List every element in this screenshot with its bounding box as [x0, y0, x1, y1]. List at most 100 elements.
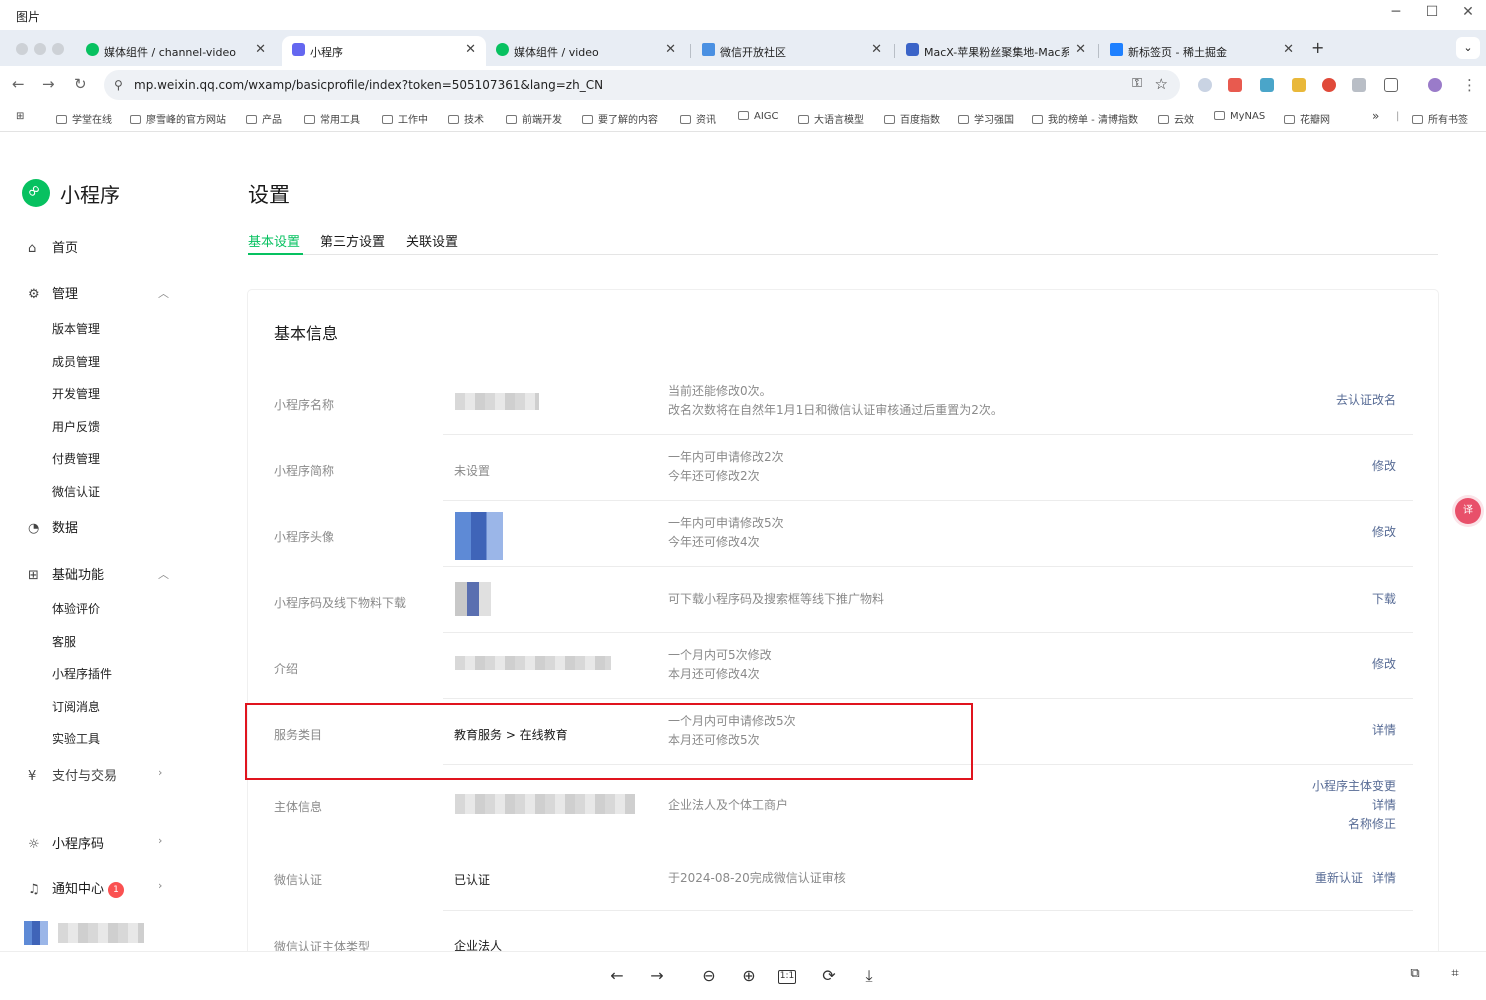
extension-icon[interactable] — [1292, 78, 1306, 92]
nav-sub-item[interactable]: 小程序插件 — [52, 665, 112, 682]
browser-tab[interactable]: 微信开放社区 ✕ — [692, 36, 892, 66]
traffic-light-close[interactable] — [16, 43, 28, 55]
apps-grid-icon[interactable]: ⊞ — [16, 111, 24, 122]
close-tab-icon[interactable]: ✕ — [1283, 42, 1294, 57]
nav-sub-item[interactable]: 客服 — [52, 633, 76, 650]
bookmark-star-icon[interactable]: ☆ — [1155, 75, 1168, 93]
details-link[interactable]: 详情 — [1372, 721, 1396, 740]
extension-icon[interactable] — [1322, 78, 1336, 92]
details-link[interactable]: 详情 — [1312, 796, 1396, 815]
browser-tab[interactable]: 新标签页 - 稀土掘金 ✕ — [1100, 36, 1304, 66]
extension-icon[interactable] — [1352, 78, 1366, 92]
avatar[interactable] — [24, 921, 48, 945]
chevron-right-icon[interactable]: › — [158, 879, 162, 892]
chevron-right-icon[interactable]: › — [158, 834, 162, 847]
browser-tab-active[interactable]: 小程序 ✕ — [282, 36, 486, 66]
verify-rename-link[interactable]: 去认证改名 — [1336, 391, 1396, 410]
close-tab-icon[interactable]: ✕ — [665, 42, 676, 57]
download-icon[interactable]: ⤓ — [858, 966, 880, 986]
nav-payment[interactable]: ¥ 支付与交易 — [28, 765, 117, 784]
bookmark-folder[interactable]: 工作中 — [382, 111, 428, 126]
maximize-button[interactable]: ☐ — [1422, 4, 1442, 20]
previous-image-button[interactable]: ← — [606, 966, 628, 985]
close-tab-icon[interactable]: ✕ — [255, 42, 266, 57]
chevron-right-icon[interactable]: › — [158, 766, 162, 779]
bookmark-folder[interactable]: AIGC — [738, 111, 779, 122]
scan-icon[interactable]: ⌗ — [1444, 966, 1466, 981]
bookmarks-overflow-button[interactable]: » — [1372, 109, 1379, 123]
zoom-out-icon[interactable]: ⊖ — [698, 966, 720, 985]
back-button[interactable]: ← — [12, 75, 25, 93]
chevron-up-icon[interactable]: ︿ — [158, 285, 169, 301]
modify-link[interactable]: 修改 — [1372, 523, 1396, 542]
browser-tab[interactable]: 媒体组件 / channel-video ✕ — [76, 36, 276, 66]
nav-sub-item[interactable]: 用户反馈 — [52, 418, 100, 435]
rotate-icon[interactable]: ⟳ — [818, 966, 840, 985]
nav-notifications[interactable]: ♫ 通知中心 1 — [28, 878, 125, 898]
bookmark-folder[interactable]: 前端开发 — [506, 111, 562, 126]
name-correction-link[interactable]: 名称修正 — [1312, 815, 1396, 834]
forward-button[interactable]: → — [42, 75, 55, 93]
bookmark-folder[interactable]: MyNAS — [1214, 111, 1265, 122]
traffic-light-minimize[interactable] — [34, 43, 46, 55]
next-image-button[interactable]: → — [646, 966, 668, 985]
reverify-link[interactable]: 重新认证 — [1315, 869, 1363, 888]
copy-text-icon[interactable]: ⧉ — [1404, 966, 1426, 981]
new-tab-button[interactable]: + — [1311, 38, 1324, 57]
modify-link[interactable]: 修改 — [1372, 655, 1396, 674]
entity-change-link[interactable]: 小程序主体变更 — [1312, 777, 1396, 796]
nav-sub-item[interactable]: 实验工具 — [52, 730, 100, 747]
bookmark-item[interactable]: 云效 — [1158, 111, 1194, 126]
nav-home[interactable]: ⌂ 首页 — [28, 237, 78, 256]
bookmark-item[interactable]: 百度指数 — [884, 111, 940, 126]
url-text[interactable]: mp.weixin.qq.com/wxamp/basicprofile/inde… — [134, 78, 603, 92]
nav-manage[interactable]: ⚙ 管理 — [28, 283, 78, 302]
browser-menu-button[interactable]: ⋮ — [1462, 76, 1477, 94]
bookmark-item[interactable]: 学堂在线 — [56, 111, 112, 126]
tab-search-button[interactable]: ⌄ — [1456, 37, 1480, 59]
nav-basic-functions[interactable]: ⊞ 基础功能 — [28, 564, 104, 583]
address-bar[interactable]: ⚲ mp.weixin.qq.com/wxamp/basicprofile/in… — [104, 70, 1180, 100]
extension-icon[interactable] — [1198, 78, 1212, 92]
modify-link[interactable]: 修改 — [1372, 457, 1396, 476]
translate-float-icon[interactable]: 译 — [1455, 498, 1481, 524]
nav-sub-item[interactable]: 体验评价 — [52, 600, 100, 617]
traffic-light-zoom[interactable] — [52, 43, 64, 55]
profile-avatar[interactable] — [1428, 78, 1442, 92]
tab-third-party-settings[interactable]: 第三方设置 — [320, 231, 385, 250]
tab-basic-settings[interactable]: 基本设置 — [248, 231, 300, 250]
puzzle-icon[interactable] — [1384, 78, 1398, 92]
bookmark-folder[interactable]: 大语言模型 — [798, 111, 864, 126]
bookmark-item[interactable]: 廖雪峰的官方网站 — [130, 111, 226, 126]
close-tab-icon[interactable]: ✕ — [465, 42, 476, 57]
browser-tab[interactable]: MacX-苹果粉丝聚集地-Mac系统 ✕ — [896, 36, 1096, 66]
bookmark-folder[interactable]: 产品 — [246, 111, 282, 126]
tab-related-settings[interactable]: 关联设置 — [406, 231, 458, 250]
extension-icon[interactable] — [1228, 78, 1242, 92]
chevron-up-icon[interactable]: ︿ — [158, 566, 169, 582]
actual-size-button[interactable]: 1:1 — [778, 970, 796, 984]
close-window-button[interactable]: ✕ — [1458, 4, 1478, 20]
nav-sub-item[interactable]: 成员管理 — [52, 353, 100, 370]
bookmark-folder[interactable]: 常用工具 — [304, 111, 360, 126]
nav-sub-item[interactable]: 订阅消息 — [52, 698, 100, 715]
bookmark-folder[interactable]: 要了解的内容 — [582, 111, 658, 126]
nav-data[interactable]: ◔ 数据 — [28, 517, 78, 536]
nav-sub-item[interactable]: 付费管理 — [52, 450, 100, 467]
nav-sub-item[interactable]: 微信认证 — [52, 483, 100, 500]
minimize-button[interactable]: ─ — [1386, 4, 1406, 20]
extension-icon[interactable] — [1260, 78, 1274, 92]
all-bookmarks-folder[interactable]: 所有书签 — [1412, 111, 1468, 126]
bookmark-folder[interactable]: 技术 — [448, 111, 484, 126]
details-link[interactable]: 详情 — [1372, 869, 1396, 888]
bookmark-item[interactable]: 我的榜单 - 清博指数 — [1032, 111, 1138, 126]
zoom-in-icon[interactable]: ⊕ — [738, 966, 760, 985]
nav-qrcode[interactable]: ☼ 小程序码 — [28, 833, 104, 852]
bookmark-folder[interactable]: 资讯 — [680, 111, 716, 126]
reload-button[interactable]: ↻ — [74, 75, 87, 93]
browser-tab[interactable]: 媒体组件 / video ✕ — [486, 36, 686, 66]
site-info-icon[interactable]: ⚲ — [114, 78, 123, 92]
nav-sub-item[interactable]: 开发管理 — [52, 385, 100, 402]
download-link[interactable]: 下载 — [1372, 590, 1396, 609]
nav-sub-item[interactable]: 版本管理 — [52, 320, 100, 337]
